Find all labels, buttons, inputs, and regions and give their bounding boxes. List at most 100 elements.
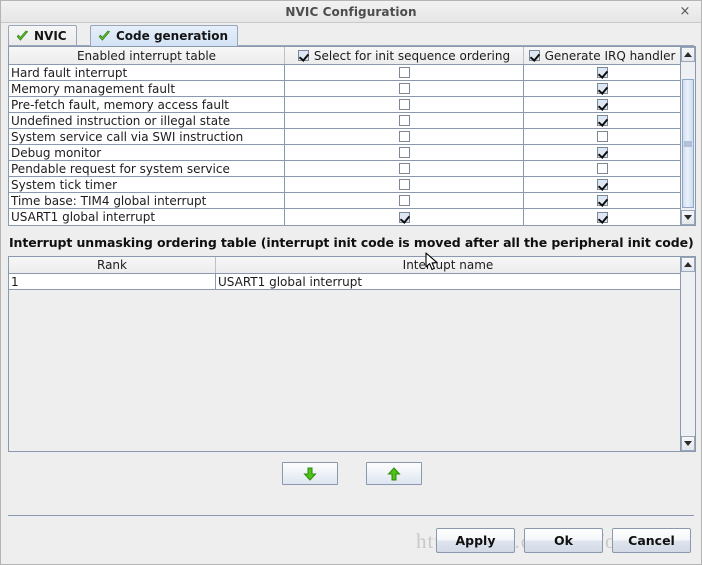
ok-button[interactable]: Ok xyxy=(524,528,603,553)
select-ordering-cell[interactable] xyxy=(285,65,524,80)
select-ordering-cell[interactable] xyxy=(285,113,524,128)
ordering-scroll-up-button[interactable] xyxy=(681,257,695,272)
generate-irq-checkbox[interactable] xyxy=(596,195,608,206)
column-header-generate-irq-label: Generate IRQ handler xyxy=(544,48,676,63)
select-ordering-checkbox[interactable] xyxy=(398,211,410,223)
generate-irq-cell[interactable] xyxy=(524,129,680,144)
select-ordering-checkbox[interactable] xyxy=(398,83,410,94)
table-row[interactable]: Undefined instruction or illegal state xyxy=(9,113,680,129)
interrupt-table-rows: Hard fault interrupt Memory management fa… xyxy=(9,65,680,225)
rank-cell: 1 xyxy=(9,274,216,289)
scrollbar-thumb[interactable] xyxy=(682,79,694,208)
table-row[interactable]: Memory management fault xyxy=(9,81,680,97)
generate-irq-header-checkbox[interactable] xyxy=(528,50,540,61)
generate-irq-cell[interactable] xyxy=(524,97,680,112)
select-ordering-cell[interactable] xyxy=(285,209,524,225)
ordering-table-scrollbar[interactable] xyxy=(680,257,695,451)
interrupt-table-body-area: Enabled interrupt table Select for init … xyxy=(9,47,680,225)
content-panel: Enabled interrupt table Select for init … xyxy=(8,46,696,485)
select-ordering-cell[interactable] xyxy=(285,97,524,112)
close-icon[interactable]: × xyxy=(677,3,693,19)
tab-code-generation[interactable]: Code generation xyxy=(90,25,239,46)
select-ordering-checkbox[interactable] xyxy=(398,147,410,158)
interrupt-name-cell: Hard fault interrupt xyxy=(9,65,285,80)
list-item[interactable]: 1 USART1 global interrupt xyxy=(9,274,680,290)
ordering-scroll-down-button[interactable] xyxy=(681,436,695,451)
generate-irq-checkbox[interactable] xyxy=(596,131,608,142)
generate-irq-checkbox[interactable] xyxy=(596,115,608,126)
interrupt-name-cell: Pendable request for system service xyxy=(9,161,285,176)
interrupt-name-cell: Undefined instruction or illegal state xyxy=(9,113,285,128)
select-ordering-cell[interactable] xyxy=(285,193,524,208)
generate-irq-checkbox[interactable] xyxy=(596,99,608,110)
column-header-interrupt-name[interactable]: Enabled interrupt table xyxy=(9,47,285,64)
interrupt-name-cell: Memory management fault xyxy=(9,81,285,96)
column-header-rank[interactable]: Rank xyxy=(9,257,216,273)
select-ordering-cell[interactable] xyxy=(285,129,524,144)
generate-irq-checkbox[interactable] xyxy=(596,211,608,223)
table-row[interactable]: Time base: TIM4 global interrupt xyxy=(9,193,680,209)
generate-irq-cell[interactable] xyxy=(524,193,680,208)
scroll-down-button[interactable] xyxy=(681,210,695,225)
column-header-interrupt-name-label: Enabled interrupt table xyxy=(76,48,217,63)
table-row[interactable]: Pendable request for system service xyxy=(9,161,680,177)
select-ordering-cell[interactable] xyxy=(285,161,524,176)
table-row[interactable]: System tick timer xyxy=(9,177,680,193)
generate-irq-cell[interactable] xyxy=(524,65,680,80)
ordering-table-header: Rank Interrupt name xyxy=(9,257,680,274)
generate-irq-cell[interactable] xyxy=(524,113,680,128)
interrupt-name-cell: Time base: TIM4 global interrupt xyxy=(9,193,285,208)
table-row[interactable]: Debug monitor xyxy=(9,145,680,161)
green-check-icon xyxy=(16,30,29,43)
move-down-button[interactable] xyxy=(282,462,338,485)
select-ordering-cell[interactable] xyxy=(285,145,524,160)
table-row[interactable]: USART1 global interrupt xyxy=(9,209,680,225)
select-ordering-header-checkbox[interactable] xyxy=(297,50,309,61)
tab-strip: NVIC Code generation xyxy=(1,23,701,46)
window-title: NVIC Configuration xyxy=(285,4,417,19)
column-header-rank-label: Rank xyxy=(97,258,127,272)
tab-nvic[interactable]: NVIC xyxy=(8,25,77,46)
generate-irq-checkbox[interactable] xyxy=(596,147,608,158)
generate-irq-checkbox[interactable] xyxy=(596,83,608,94)
scrollbar-track[interactable] xyxy=(681,62,695,210)
ordering-table: Rank Interrupt name 1 USART1 global inter… xyxy=(8,256,696,452)
select-ordering-checkbox[interactable] xyxy=(398,115,410,126)
interrupt-name-cell: Pre-fetch fault, memory access fault xyxy=(9,97,285,112)
select-ordering-checkbox[interactable] xyxy=(398,195,410,206)
apply-button[interactable]: Apply xyxy=(436,528,515,553)
generate-irq-checkbox[interactable] xyxy=(596,67,608,78)
select-ordering-checkbox[interactable] xyxy=(398,163,410,174)
generate-irq-checkbox[interactable] xyxy=(596,179,608,190)
table-row[interactable]: Pre-fetch fault, memory access fault xyxy=(9,97,680,113)
move-up-button[interactable] xyxy=(366,462,422,485)
select-ordering-checkbox[interactable] xyxy=(398,67,410,78)
select-ordering-cell[interactable] xyxy=(285,81,524,96)
cancel-button[interactable]: Cancel xyxy=(612,528,691,553)
table-row[interactable]: Hard fault interrupt xyxy=(9,65,680,81)
ordering-table-body-area: Rank Interrupt name 1 USART1 global inter… xyxy=(9,257,680,451)
select-ordering-checkbox[interactable] xyxy=(398,179,410,190)
select-ordering-checkbox[interactable] xyxy=(398,99,410,110)
generate-irq-cell[interactable] xyxy=(524,81,680,96)
column-header-generate-irq[interactable]: Generate IRQ handler xyxy=(524,47,680,64)
column-header-ordering-interrupt-name[interactable]: Interrupt name xyxy=(216,257,680,273)
title-bar: NVIC Configuration × xyxy=(1,1,701,23)
select-ordering-checkbox[interactable] xyxy=(398,131,410,142)
table-row[interactable]: System service call via SWI instruction xyxy=(9,129,680,145)
generate-irq-checkbox[interactable] xyxy=(596,163,608,174)
generate-irq-cell[interactable] xyxy=(524,145,680,160)
select-ordering-cell[interactable] xyxy=(285,177,524,192)
ordering-interrupt-name-cell: USART1 global interrupt xyxy=(218,274,363,289)
column-header-select-ordering[interactable]: Select for init sequence ordering xyxy=(285,47,524,64)
generate-irq-cell[interactable] xyxy=(524,209,680,225)
generate-irq-cell[interactable] xyxy=(524,161,680,176)
interrupt-table-scrollbar[interactable] xyxy=(680,47,695,225)
scroll-up-button[interactable] xyxy=(681,47,695,62)
enabled-interrupt-table: Enabled interrupt table Select for init … xyxy=(8,46,696,226)
generate-irq-cell[interactable] xyxy=(524,177,680,192)
column-header-select-ordering-label: Select for init sequence ordering xyxy=(313,48,511,63)
arrow-down-icon xyxy=(684,215,692,220)
green-up-arrow-icon xyxy=(387,466,401,480)
ordering-scrollbar-track[interactable] xyxy=(681,272,695,436)
